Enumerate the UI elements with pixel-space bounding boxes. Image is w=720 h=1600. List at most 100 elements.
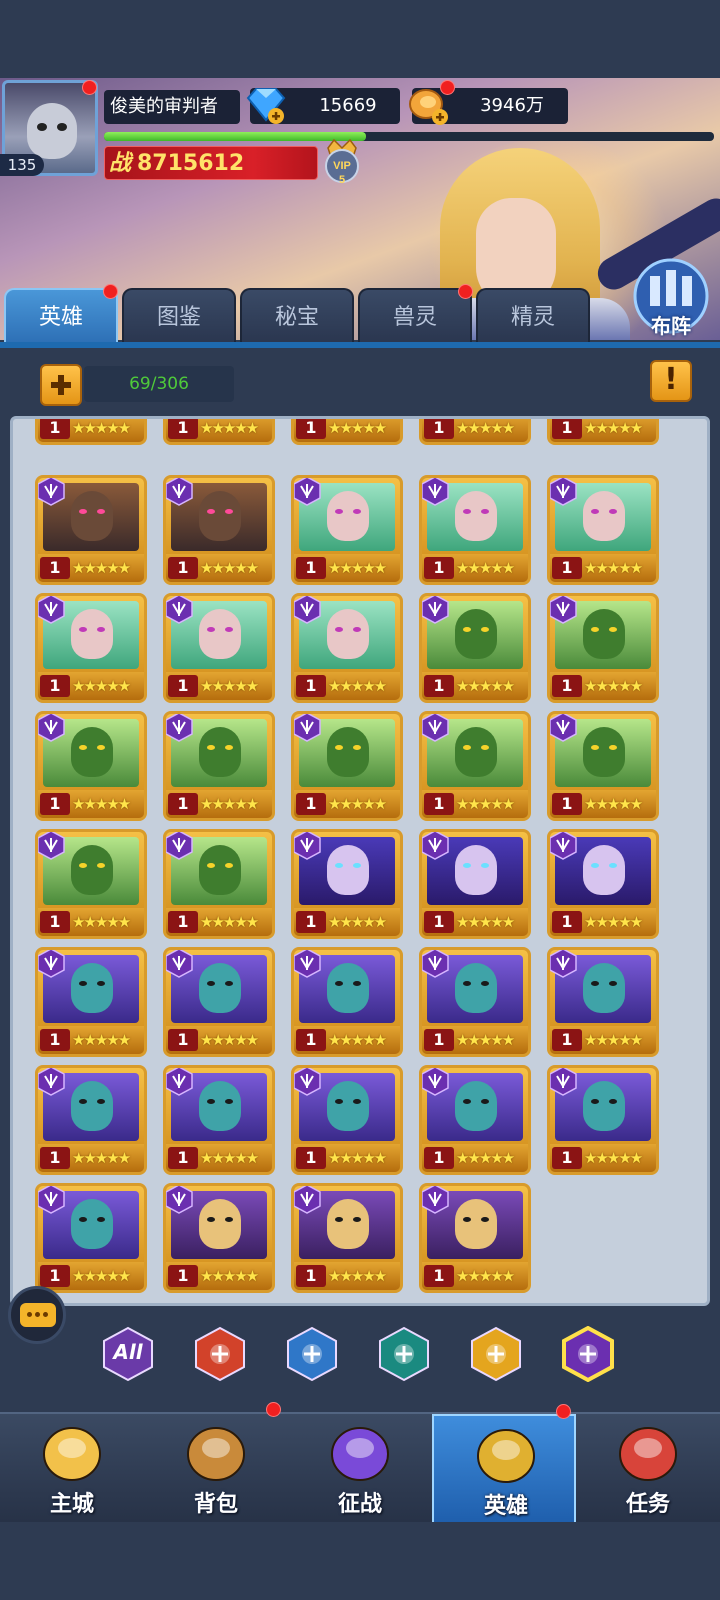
hero-level: 1: [552, 675, 582, 697]
hero-card[interactable]: 1 ★★★★★: [291, 475, 403, 585]
hero-card[interactable]: 1 ★★★★★: [35, 475, 147, 585]
tab-heroes[interactable]: 英雄: [4, 288, 118, 344]
dark-faction-icon: [550, 832, 577, 860]
hero-level: 1: [40, 1147, 70, 1169]
vip-level: 5: [339, 174, 345, 186]
hero-card[interactable]: 1 ★★★★★: [419, 829, 531, 939]
power-value: 8715612: [137, 151, 245, 176]
dark-faction-icon: [38, 950, 65, 978]
hero-card[interactable]: 1 ★★★★★: [419, 475, 531, 585]
hero-card[interactable]: 1 ★★★★★: [419, 593, 531, 703]
hero-card[interactable]: 1 ★★★★★: [163, 947, 275, 1057]
hero-card[interactable]: 1 ★★★★★: [163, 475, 275, 585]
hero-level: 1: [40, 557, 70, 579]
hero-stars: ★★★★★: [328, 1149, 387, 1167]
hero-card[interactable]: 1 ★★★★★: [35, 1183, 147, 1293]
hero-card[interactable]: 1 ★★★★★: [547, 475, 659, 585]
hero-stars: ★★★★★: [456, 913, 515, 931]
light-faction-filter-button[interactable]: [468, 1326, 524, 1382]
hero-card[interactable]: 1 ★★★★★: [291, 419, 403, 445]
hero-card[interactable]: 1 ★★★★★: [35, 829, 147, 939]
dark-faction-icon: [422, 714, 449, 742]
hero-card[interactable]: 1 ★★★★★: [419, 1183, 531, 1293]
hero-stars: ★★★★★: [200, 677, 259, 695]
nav-dragon-portal[interactable]: 征战: [288, 1414, 432, 1524]
tab-elf[interactable]: 精灵: [476, 288, 590, 344]
nav-label: 英雄: [483, 1494, 528, 1519]
hero-card[interactable]: 1 ★★★★★: [419, 419, 531, 445]
hero-card[interactable]: 1 ★★★★★: [291, 1065, 403, 1175]
hero-card[interactable]: 1 ★★★★★: [291, 1183, 403, 1293]
dark-faction-icon: [294, 1068, 321, 1096]
hero-card[interactable]: 1 ★★★★★: [35, 419, 147, 445]
info-button[interactable]: !: [650, 360, 692, 402]
nav-label: 主城: [49, 1492, 94, 1517]
hero-card[interactable]: 1 ★★★★★: [35, 593, 147, 703]
formation-button[interactable]: 布阵: [628, 256, 714, 342]
dark-faction-icon: [422, 832, 449, 860]
hero-level: 1: [40, 1029, 70, 1051]
nav-helmet[interactable]: 英雄: [432, 1404, 576, 1524]
hero-level: 1: [424, 911, 454, 933]
hero-card[interactable]: 1 ★★★★★: [35, 1065, 147, 1175]
tab-beast-spirit[interactable]: 兽灵: [358, 288, 472, 344]
hero-card[interactable]: 1 ★★★★★: [163, 419, 275, 445]
tab-treasure[interactable]: 秘宝: [240, 288, 354, 344]
hero-card[interactable]: 1 ★★★★★: [291, 947, 403, 1057]
chat-button[interactable]: [8, 1286, 66, 1344]
vip-badge[interactable]: VIP 5: [318, 138, 366, 188]
dark-faction-icon: [38, 832, 65, 860]
hero-card[interactable]: 1 ★★★★★: [547, 711, 659, 821]
hero-stars: ★★★★★: [72, 559, 131, 577]
hero-card[interactable]: 1 ★★★★★: [291, 593, 403, 703]
vip-label: VIP: [333, 160, 351, 172]
hero-card[interactable]: 1 ★★★★★: [163, 593, 275, 703]
dark-faction-icon: [550, 950, 577, 978]
player-level: 135: [0, 154, 44, 176]
dark-faction-icon: [294, 950, 321, 978]
dark-faction-icon: [294, 714, 321, 742]
hero-card[interactable]: 1 ★★★★★: [163, 711, 275, 821]
hero-card[interactable]: 1 ★★★★★: [547, 419, 659, 445]
hero-card[interactable]: 1 ★★★★★: [419, 947, 531, 1057]
hero-count: 69/306: [84, 366, 234, 402]
dark-faction-icon: [422, 950, 449, 978]
hero-level: 1: [424, 675, 454, 697]
dark-faction-icon: [422, 478, 449, 506]
hero-level: 1: [424, 1147, 454, 1169]
dark-faction-filter-button[interactable]: [560, 1325, 616, 1383]
hero-card[interactable]: 1 ★★★★★: [35, 947, 147, 1057]
tab-codex[interactable]: 图鉴: [122, 288, 236, 344]
all-factions-filter-button[interactable]: All: [100, 1326, 156, 1382]
gold-counter[interactable]: 3946万: [409, 88, 568, 125]
hero-card[interactable]: 1 ★★★★★: [547, 829, 659, 939]
status-bar: [0, 0, 720, 78]
dark-faction-icon: [294, 596, 321, 624]
hero-card[interactable]: 1 ★★★★★: [163, 829, 275, 939]
hero-card[interactable]: 1 ★★★★★: [291, 829, 403, 939]
expand-slots-button[interactable]: [40, 364, 82, 406]
nav-castle[interactable]: 主城: [0, 1414, 144, 1524]
nav-chest[interactable]: 背包: [144, 1402, 288, 1524]
hero-stars: ★★★★★: [456, 559, 515, 577]
hero-card[interactable]: 1 ★★★★★: [163, 1065, 275, 1175]
gem-value: 15669: [319, 95, 377, 116]
fire-faction-filter-button[interactable]: [192, 1326, 248, 1382]
hero-level: 1: [296, 419, 326, 439]
hero-card[interactable]: 1 ★★★★★: [547, 1065, 659, 1175]
hero-card[interactable]: 1 ★★★★★: [291, 711, 403, 821]
hero-card[interactable]: 1 ★★★★★: [163, 1183, 275, 1293]
hero-stars: ★★★★★: [72, 1031, 131, 1049]
hero-card[interactable]: 1 ★★★★★: [35, 711, 147, 821]
hero-stars: ★★★★★: [328, 913, 387, 931]
dark-faction-icon: [550, 478, 577, 506]
hero-card[interactable]: 1 ★★★★★: [419, 1065, 531, 1175]
hero-card[interactable]: 1 ★★★★★: [547, 593, 659, 703]
hero-card[interactable]: 1 ★★★★★: [547, 947, 659, 1057]
hero-card[interactable]: 1 ★★★★★: [419, 711, 531, 821]
water-faction-filter-button[interactable]: [284, 1326, 340, 1382]
gem-counter[interactable]: 15669: [246, 88, 400, 124]
undead-faction-filter-button[interactable]: [376, 1326, 432, 1382]
nav-scroll[interactable]: 任务: [576, 1414, 720, 1524]
dark-faction-icon: [294, 478, 321, 506]
